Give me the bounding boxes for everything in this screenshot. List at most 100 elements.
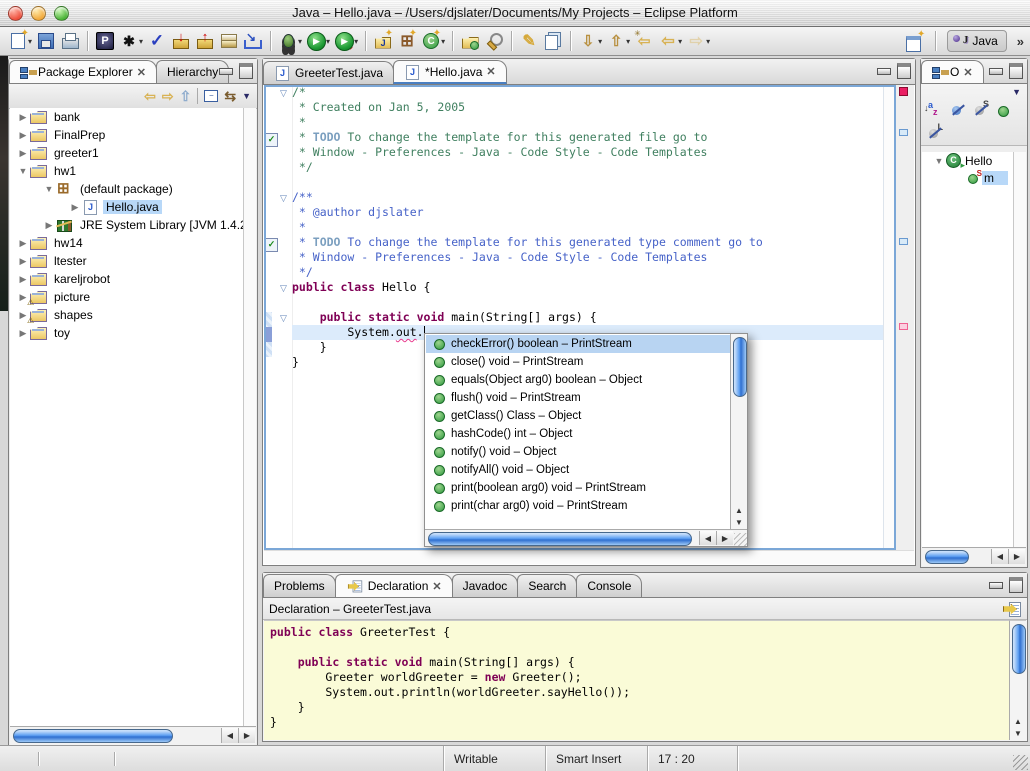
next-annotation-icon[interactable] — [577, 30, 599, 52]
code-line[interactable] — [292, 295, 884, 310]
view-menu-icon[interactable]: ▼ — [1012, 87, 1021, 97]
code-line[interactable]: */ — [292, 265, 884, 280]
expand-arrow-icon[interactable]: ▶ — [16, 256, 30, 267]
fold-collapse-icon[interactable]: ▽ — [280, 193, 287, 204]
completion-item[interactable]: flush() void – PrintStream — [426, 389, 730, 407]
scroll-up-icon[interactable]: ▲ — [735, 506, 743, 515]
fold-collapse-icon[interactable]: ▽ — [280, 283, 287, 294]
task-marker-icon[interactable]: ✓ — [265, 238, 278, 252]
new-class-icon[interactable] — [420, 30, 442, 52]
outline-hscrollbar[interactable]: ◀ ▶ — [922, 547, 1026, 566]
task-marker-icon[interactable]: ✓ — [265, 133, 278, 147]
collapse-all-icon[interactable]: − — [204, 90, 218, 102]
expand-arrow-icon[interactable]: ▶ — [16, 238, 30, 249]
completion-item[interactable]: notifyAll() void – Object — [426, 461, 730, 479]
search-icon[interactable] — [483, 30, 505, 52]
maximize-view-icon[interactable] — [1009, 577, 1023, 593]
open-input-icon[interactable] — [1003, 601, 1021, 617]
hscrollbar-thumb[interactable] — [925, 550, 969, 564]
scroll-right-icon[interactable]: ▶ — [716, 531, 733, 545]
folding-column[interactable]: ▽▽▽▽ — [278, 85, 293, 550]
print-icon[interactable] — [59, 30, 81, 52]
close-icon[interactable]: ✕ — [486, 65, 495, 78]
minimize-view-icon[interactable] — [877, 68, 891, 75]
editor-hscrollbar[interactable] — [264, 550, 914, 564]
code-line[interactable] — [292, 175, 884, 190]
tab-outline[interactable]: O ✕ — [921, 60, 984, 83]
perspective-overflow-chevron[interactable]: » — [1017, 34, 1024, 49]
declaration-vscrollbar[interactable]: ▲ ▼ — [1009, 620, 1026, 740]
save-icon[interactable] — [35, 30, 57, 52]
tree-item-shapes[interactable]: ▶⚠shapes — [10, 306, 244, 324]
tree-item-hw1[interactable]: ▼hw1 — [10, 162, 244, 180]
vertical-ruler[interactable]: ✓✓ — [264, 85, 278, 550]
scroll-right-icon[interactable]: ▶ — [1008, 549, 1025, 564]
code-line[interactable]: * Window - Preferences - Java - Code Sty… — [292, 145, 884, 160]
open-type-icon[interactable] — [459, 30, 481, 52]
tree-item-hello-java[interactable]: ▶Hello.java — [10, 198, 244, 216]
synchronize-icon[interactable] — [218, 30, 240, 52]
code-line[interactable]: public class GreeterTest { — [270, 625, 1010, 640]
show-template-icon[interactable] — [542, 30, 564, 52]
open-perspective-icon[interactable] — [904, 32, 924, 50]
scroll-left-icon[interactable]: ◀ — [699, 531, 716, 545]
minimize-view-icon[interactable] — [989, 68, 1003, 75]
expand-arrow-icon[interactable]: ▼ — [16, 166, 30, 176]
code-line[interactable]: * Window - Preferences - Java - Code Sty… — [292, 250, 884, 265]
forward-icon[interactable]: ⇨ — [162, 88, 174, 105]
tab-greetertest-java[interactable]: GreeterTest.java — [263, 61, 394, 84]
code-line[interactable] — [270, 640, 1010, 655]
title-bar[interactable]: Java – Hello.java – /Users/djslater/Docu… — [0, 0, 1030, 27]
maximize-view-icon[interactable] — [239, 63, 253, 79]
java-perspective-button[interactable]: Java — [947, 30, 1006, 52]
expand-arrow-icon[interactable]: ▶ — [16, 112, 30, 123]
code-line[interactable]: /** — [292, 190, 884, 205]
tab-package-explorer[interactable]: Package Explorer ✕ — [9, 60, 157, 83]
import-icon[interactable] — [242, 30, 264, 52]
vscrollbar-thumb[interactable] — [1012, 624, 1026, 674]
tree-item-greeter1[interactable]: ▶greeter1 — [10, 144, 244, 162]
tree-item-hw14[interactable]: ▶hw14 — [10, 234, 244, 252]
tree-item--default-package-[interactable]: ▼(default package) — [10, 180, 244, 198]
code-line[interactable]: public class Hello { — [292, 280, 884, 295]
tree-item-ltester[interactable]: ▶ltester — [10, 252, 244, 270]
scroll-up-icon[interactable]: ▲ — [1014, 717, 1022, 726]
scroll-left-icon[interactable]: ◀ — [991, 549, 1008, 564]
run-icon[interactable] — [305, 30, 327, 52]
new-java-project-icon[interactable] — [372, 30, 394, 52]
outline-vscrollbar[interactable] — [1013, 152, 1026, 548]
completion-item[interactable]: checkError() boolean – PrintStream — [426, 335, 730, 353]
code-line[interactable]: * Created on Jan 5, 2005 — [292, 100, 884, 115]
show-public-icon[interactable] — [996, 102, 1012, 118]
last-edit-location-icon[interactable] — [633, 30, 655, 52]
minimize-view-icon[interactable] — [219, 68, 233, 75]
expand-arrow-icon[interactable]: ▶ — [16, 148, 30, 159]
view-menu-icon[interactable]: ▼ — [242, 91, 251, 101]
todo-overview-marker[interactable] — [899, 238, 908, 245]
code-line[interactable]: * @author djslater — [292, 205, 884, 220]
expand-arrow-icon[interactable]: ▶ — [68, 202, 82, 213]
new-package-icon[interactable] — [396, 30, 418, 52]
window-resize-grip[interactable] — [1013, 755, 1028, 770]
vscrollbar-thumb[interactable] — [733, 337, 747, 397]
completion-list[interactable]: checkError() boolean – PrintStreamclose(… — [426, 335, 730, 529]
package-explorer-vscrollbar[interactable] — [243, 108, 256, 727]
debug-icon[interactable] — [277, 30, 299, 52]
code-line[interactable]: } — [270, 700, 1010, 715]
tree-item-jre-system-library-jvm-1-4-2-[interactable]: ▶JRE System Library [JVM 1.4.2 ( — [10, 216, 244, 234]
build-all-icon[interactable] — [146, 30, 168, 52]
completion-item[interactable]: equals(Object arg0) boolean – Object — [426, 371, 730, 389]
popup-vscrollbar[interactable]: ▲ ▼ — [730, 334, 747, 529]
code-line[interactable]: * — [292, 115, 884, 130]
package-explorer-tree[interactable]: ▶bank▶FinalPrep▶greeter1▼hw1▼(default pa… — [10, 108, 244, 727]
scroll-right-icon[interactable]: ▶ — [238, 728, 255, 743]
up-icon[interactable]: ⇧ — [180, 88, 192, 105]
hscrollbar-thumb[interactable] — [428, 532, 692, 546]
completion-item[interactable]: notify() void – Object — [426, 443, 730, 461]
error-top-overview-marker[interactable] — [899, 87, 908, 96]
external-tools-icon[interactable] — [118, 30, 140, 52]
close-icon[interactable]: ✕ — [963, 66, 972, 79]
close-icon[interactable]: ✕ — [137, 66, 146, 79]
forward-icon[interactable] — [685, 30, 707, 52]
new-wizard-icon[interactable] — [7, 30, 29, 52]
